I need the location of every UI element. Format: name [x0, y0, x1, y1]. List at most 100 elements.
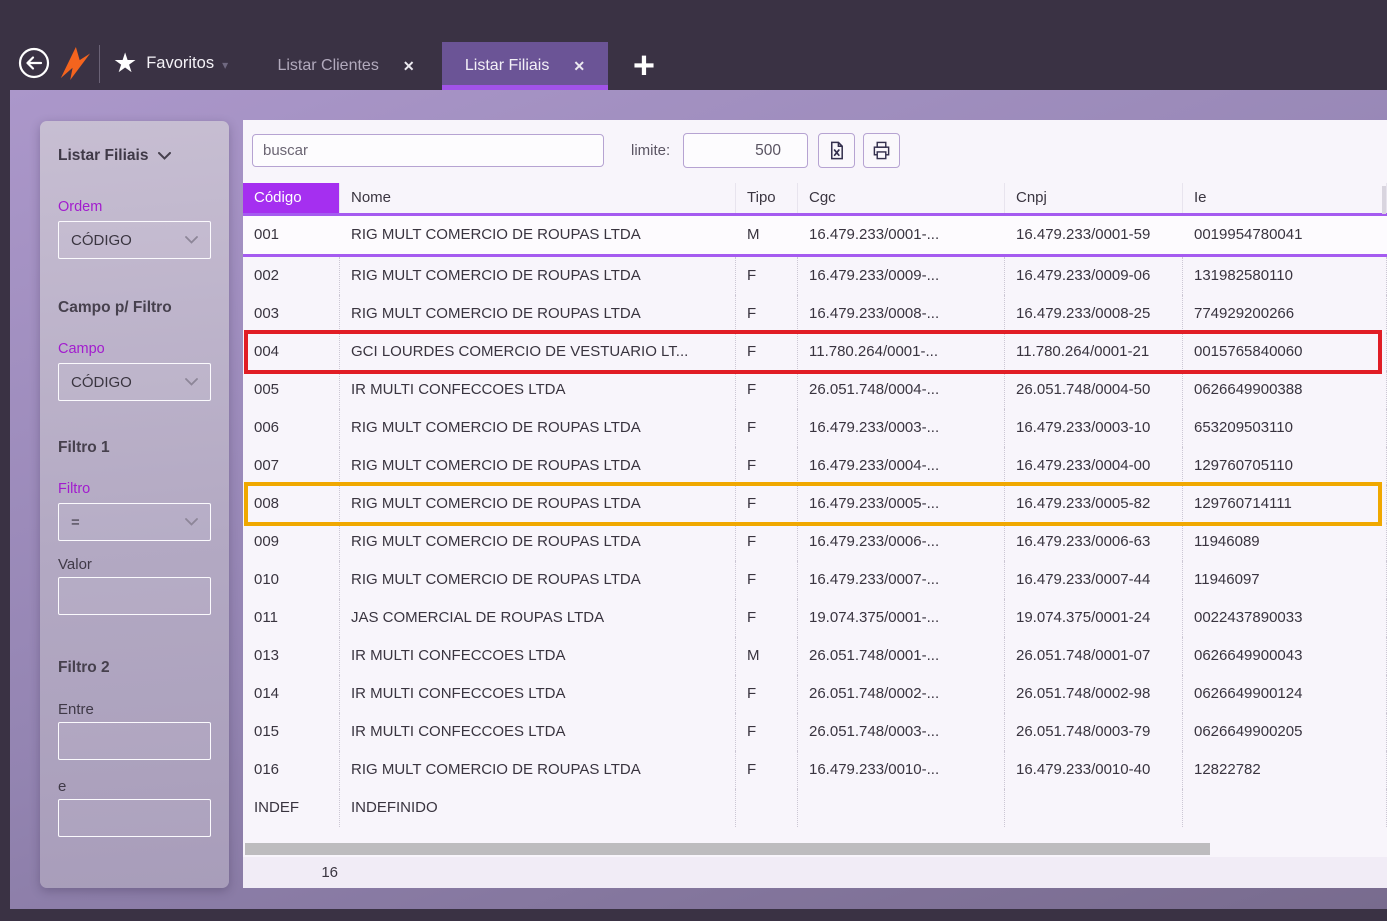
table-footer: 16: [243, 857, 1387, 888]
cell-name: IR MULTI CONFECCOES LTDA: [340, 371, 736, 409]
export-file-icon: [830, 141, 843, 160]
cell-ie: 0626649900043: [1183, 637, 1387, 675]
tab-listar-clientes[interactable]: Listar Clientes ✕: [250, 42, 442, 90]
export-excel-button[interactable]: [818, 133, 855, 168]
table-row[interactable]: 013 IR MULTI CONFECCOES LTDA M 26.051.748/0…: [243, 637, 1387, 675]
cell-name: INDEFINIDO: [340, 789, 736, 827]
cell-cgc: 16.479.233/0003-...: [798, 409, 1005, 447]
cell-code: 005: [243, 371, 340, 409]
table-row[interactable]: 006 RIG MULT COMERCIO DE ROUPAS LTDA F 16.4…: [243, 409, 1387, 447]
app-logo-icon[interactable]: [57, 44, 91, 82]
limit-label: limite:: [631, 142, 671, 159]
cell-tipo: F: [736, 447, 798, 485]
filtro2-section-title: Filtro 2: [58, 659, 110, 676]
cell-code: 003: [243, 295, 340, 333]
campo-select-value: CÓDIGO: [71, 373, 132, 391]
cell-cnpj: 16.479.233/0008-25: [1005, 295, 1183, 333]
table-row[interactable]: 002 RIG MULT COMERCIO DE ROUPAS LTDA F 16.4…: [243, 257, 1387, 295]
cell-cnpj: 16.479.233/0003-10: [1005, 409, 1183, 447]
column-header-ie[interactable]: Ie: [1183, 183, 1387, 213]
cell-cgc: 26.051.748/0004-...: [798, 371, 1005, 409]
table-row[interactable]: 010 RIG MULT COMERCIO DE ROUPAS LTDA F 16.4…: [243, 561, 1387, 599]
favorites-button[interactable]: ★ Favoritos ▾: [113, 48, 228, 78]
tab-label: Listar Clientes: [277, 57, 379, 74]
cell-ie: 0022437890033: [1183, 599, 1387, 637]
valor-input[interactable]: [58, 577, 211, 615]
vertical-scrollbar-thumb[interactable]: [1382, 186, 1386, 214]
cell-ie: 11946089: [1183, 523, 1387, 561]
cell-cgc: 19.074.375/0001-...: [798, 599, 1005, 637]
cell-name: RIG MULT COMERCIO DE ROUPAS LTDA: [340, 485, 736, 523]
cell-cgc: 26.051.748/0002-...: [798, 675, 1005, 713]
horizontal-scrollbar-thumb[interactable]: [245, 843, 1210, 855]
cell-cgc: 16.479.233/0001-...: [809, 226, 940, 243]
cell-code: 006: [243, 409, 340, 447]
sidebar-title: Listar Filiais: [58, 147, 149, 164]
table-row[interactable]: INDEF INDEFINIDO: [243, 789, 1387, 827]
table-row[interactable]: 014 IR MULTI CONFECCOES LTDA F 26.051.748/0…: [243, 675, 1387, 713]
column-header-codigo[interactable]: Código: [243, 183, 340, 213]
table-row[interactable]: 011 JAS COMERCIAL DE ROUPAS LTDA F 19.074.3…: [243, 599, 1387, 637]
ordem-select[interactable]: CÓDIGO: [58, 221, 211, 259]
cell-code: 002: [243, 257, 340, 295]
table-row[interactable]: 015 IR MULTI CONFECCOES LTDA F 26.051.748/0…: [243, 713, 1387, 751]
limit-input[interactable]: [683, 133, 808, 168]
entre-label: Entre: [58, 701, 94, 718]
close-icon[interactable]: ✕: [573, 58, 585, 75]
campo-select[interactable]: CÓDIGO: [58, 363, 211, 401]
cell-code: 009: [243, 523, 340, 561]
tab-listar-filiais[interactable]: Listar Filiais ✕: [442, 42, 608, 90]
cell-tipo: M: [747, 226, 760, 243]
chevron-down-icon: [185, 518, 198, 526]
cell-code: 007: [243, 447, 340, 485]
cell-tipo: F: [736, 751, 798, 789]
table-row[interactable]: 005 IR MULTI CONFECCOES LTDA F 26.051.748/0…: [243, 371, 1387, 409]
back-arrow-icon: [18, 47, 50, 79]
table-row[interactable]: 001 RIG MULT COMERCIO DE ROUPAS LTDA M 16.4…: [243, 216, 1387, 257]
cell-code: 016: [243, 751, 340, 789]
add-tab-button[interactable]: +: [624, 46, 664, 86]
cell-tipo: F: [736, 599, 798, 637]
cell-cnpj: 16.479.233/0005-82: [1005, 485, 1183, 523]
search-input[interactable]: [252, 134, 604, 167]
print-button[interactable]: [863, 133, 900, 168]
cell-cgc: 16.479.233/0009-...: [798, 257, 1005, 295]
column-header-nome[interactable]: Nome: [340, 183, 736, 213]
cell-ie: 0626649900124: [1183, 675, 1387, 713]
cell-ie: 11946097: [1183, 561, 1387, 599]
filtro-label: Filtro: [58, 481, 91, 497]
cell-cnpj: 19.074.375/0001-24: [1005, 599, 1183, 637]
cell-tipo: F: [736, 333, 798, 371]
table-row[interactable]: 007 RIG MULT COMERCIO DE ROUPAS LTDA F 16.4…: [243, 447, 1387, 485]
cell-name: RIG MULT COMERCIO DE ROUPAS LTDA: [340, 751, 736, 789]
e-input[interactable]: [58, 799, 211, 837]
cell-code: INDEF: [243, 789, 340, 827]
chevron-down-icon: [158, 152, 172, 160]
favorites-label: Favoritos: [146, 53, 215, 72]
back-button[interactable]: [18, 47, 50, 79]
column-header-cgc[interactable]: Cgc: [798, 183, 1005, 213]
table-row[interactable]: 003 RIG MULT COMERCIO DE ROUPAS LTDA F 16.4…: [243, 295, 1387, 333]
table-row[interactable]: 004 GCI LOURDES COMERCIO DE VESTUARIO LT.…: [243, 330, 1387, 374]
close-icon[interactable]: ✕: [403, 58, 415, 75]
cell-cgc: 11.780.264/0001-...: [798, 333, 1005, 371]
cell-ie: 131982580110: [1183, 257, 1387, 295]
cell-cnpj: 16.479.233/0010-40: [1005, 751, 1183, 789]
cell-ie: 129760714111: [1183, 485, 1387, 523]
cell-name: IR MULTI CONFECCOES LTDA: [340, 675, 736, 713]
cell-ie: [1183, 789, 1387, 827]
cell-cgc: 16.479.233/0007-...: [798, 561, 1005, 599]
table-row[interactable]: 016 RIG MULT COMERCIO DE ROUPAS LTDA F 16.4…: [243, 751, 1387, 789]
entre-input[interactable]: [58, 722, 211, 760]
cell-tipo: M: [736, 637, 798, 675]
sidebar-title-dropdown[interactable]: Listar Filiais: [58, 147, 211, 165]
column-header-tipo[interactable]: Tipo: [736, 183, 798, 213]
cell-cgc: 16.479.233/0004-...: [798, 447, 1005, 485]
cell-cgc: 16.479.233/0005-...: [798, 485, 1005, 523]
filtro-operator-select[interactable]: =: [58, 503, 211, 541]
table-row[interactable]: 009 RIG MULT COMERCIO DE ROUPAS LTDA F 16.4…: [243, 523, 1387, 561]
table-body: 001 RIG MULT COMERCIO DE ROUPAS LTDA M 16.4…: [243, 216, 1387, 827]
table-row[interactable]: 008 RIG MULT COMERCIO DE ROUPAS LTDA F 16.4…: [243, 482, 1387, 526]
filter-sidebar: Listar Filiais Ordem CÓDIGO Campo p/ Fil…: [40, 121, 229, 888]
column-header-cnpj[interactable]: Cnpj: [1005, 183, 1183, 213]
